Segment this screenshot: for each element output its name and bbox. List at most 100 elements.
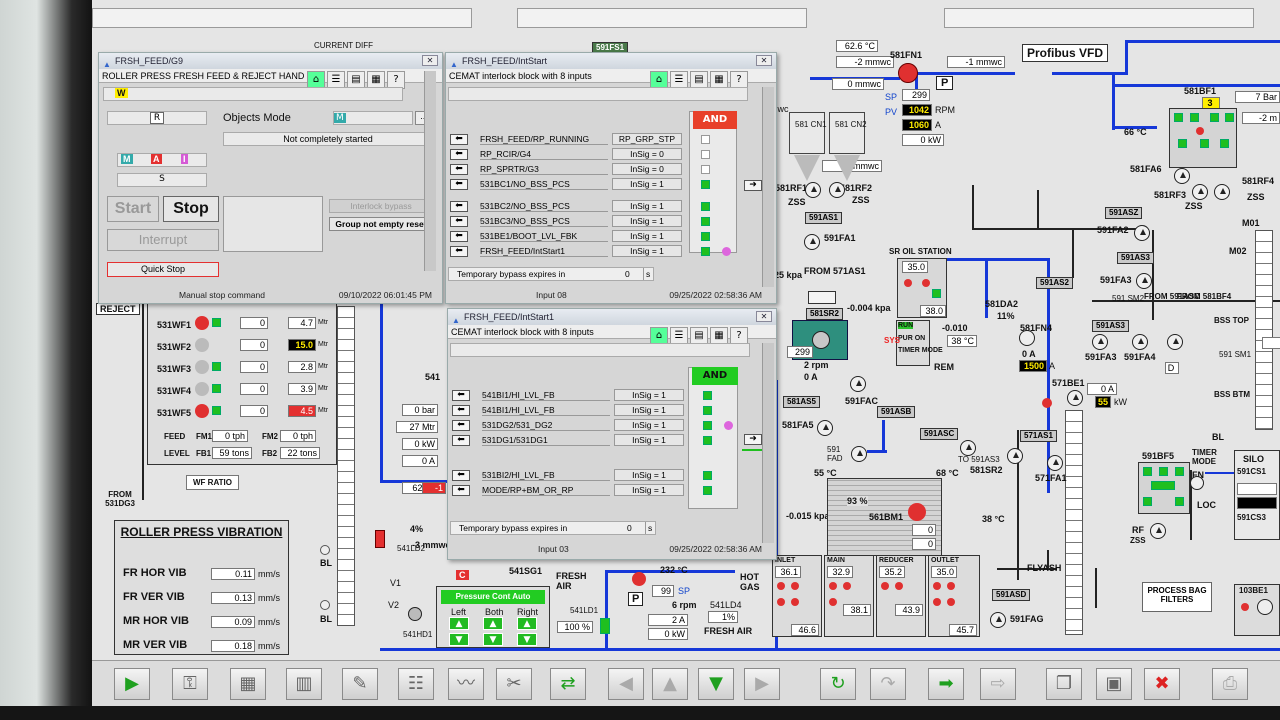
top-field-3[interactable] [944, 8, 1254, 28]
win2-close-button[interactable]: ✕ [756, 55, 772, 66]
left-up-button[interactable]: ▲ [449, 617, 469, 630]
win2-row-arrow[interactable]: ⬅ [450, 246, 468, 257]
start-button[interactable]: Start [107, 196, 159, 222]
fac-motor-icon[interactable] [850, 376, 866, 392]
asc-tag[interactable]: 591ASC [920, 428, 959, 440]
as2-tag[interactable]: 591AS2 [1036, 277, 1073, 289]
win1-scrollbar[interactable] [424, 71, 436, 271]
win3-row-arrow[interactable]: ⬅ [452, 485, 470, 496]
win2-row-arrow[interactable]: ⬅ [450, 231, 468, 242]
win3-row-arrow[interactable]: ⬅ [452, 470, 470, 481]
hotgas-sp-value[interactable]: 99 [652, 585, 674, 597]
both-down-button[interactable]: ▼ [483, 633, 503, 646]
win3-output-arrow[interactable]: ➜ [744, 434, 762, 445]
as1-tag[interactable]: 591AS1 [805, 212, 842, 224]
interrupt-button[interactable]: Interrupt [107, 229, 219, 251]
group-not-empty-reset-button[interactable]: Group not empty reset [329, 217, 433, 231]
as3-tag-upper[interactable]: 591AS3 [1117, 252, 1154, 264]
fa5-motor-icon[interactable] [817, 420, 833, 436]
bag-filter-581bf1[interactable] [1169, 108, 1237, 168]
fa3-motor-icon[interactable] [1136, 273, 1152, 289]
save-icon[interactable]: ▣ [1096, 668, 1132, 700]
bucket-elevator-571be1[interactable] [1065, 410, 1083, 635]
top-field-1[interactable] [92, 8, 472, 28]
win3-row-arrow[interactable]: ⬅ [452, 435, 470, 446]
sr2b-motor-icon[interactable] [1007, 448, 1023, 464]
hotgas-fan-icon[interactable] [632, 572, 646, 586]
silo-fan-icon[interactable] [1190, 476, 1204, 490]
fa6-motor-icon[interactable] [1174, 168, 1190, 184]
interlock-bypass-button[interactable]: Interlock bypass [329, 199, 433, 213]
be-as1-tag[interactable]: 571AS1 [1020, 430, 1057, 442]
arrow-left-icon[interactable]: ◀ [608, 668, 644, 700]
fa1b-motor-icon[interactable] [1047, 455, 1063, 471]
wf1-motor-icon[interactable] [195, 316, 209, 330]
fa1-motor-icon[interactable] [804, 234, 820, 250]
right-up-button[interactable]: ▲ [517, 617, 537, 630]
outlet-panel[interactable]: OUTLET 35.0 45.7 [928, 555, 980, 637]
fn4-fan-icon[interactable] [1019, 330, 1035, 346]
next-icon[interactable]: ⇨ [980, 668, 1016, 700]
process-bag-filters-button[interactable]: PROCESS BAG FILTERS [1142, 582, 1212, 612]
copy-icon[interactable]: ❐ [1046, 668, 1082, 700]
reject-label[interactable]: REJECT [96, 303, 140, 315]
asb-tag[interactable]: 591ASB [877, 406, 916, 418]
both-up-button[interactable]: ▲ [483, 617, 503, 630]
wf3-motor-icon[interactable] [195, 360, 209, 374]
hd1-motor-icon[interactable] [408, 607, 422, 621]
wrench-icon[interactable]: ✎ [342, 668, 378, 700]
fag-motor-icon[interactable] [990, 612, 1006, 628]
win2-scrollbar[interactable] [762, 87, 774, 287]
bucket-elevator-right[interactable] [1255, 230, 1273, 430]
pressure-control-panel[interactable]: Pressure Cont Auto Left Both Right ▲ ▼ ▲… [436, 586, 550, 648]
win2-row-arrow[interactable]: ⬅ [450, 179, 468, 190]
forward-icon[interactable]: ➡ [928, 668, 964, 700]
rf4-motor-icon[interactable] [1214, 184, 1230, 200]
hotgas-p-label[interactable]: P [628, 592, 644, 606]
win3-scrollbar[interactable] [762, 343, 774, 543]
rf2-motor-icon[interactable] [829, 182, 845, 198]
pressure-cont-auto-button[interactable]: Pressure Cont Auto [441, 590, 545, 604]
as3-tag[interactable]: 591AS3 [1092, 320, 1129, 332]
silo-panel[interactable]: SILO 591CS1 591CS3 [1234, 450, 1280, 540]
win1-r-field[interactable]: R [107, 111, 207, 125]
wf-ratio-button[interactable]: WF RATIO [186, 475, 239, 490]
bag-filter-591bf5[interactable] [1138, 462, 1190, 514]
wf4-motor-icon[interactable] [195, 382, 209, 396]
asd-tag[interactable]: 591ASD [992, 589, 1031, 601]
arrow-up-icon[interactable]: ▲ [652, 668, 688, 700]
main-panel[interactable]: MAIN 32.9 38.1 [824, 555, 874, 637]
run-panel[interactable]: RUN PUR ON TIMER MODE [896, 320, 943, 366]
c-label[interactable]: C [456, 570, 469, 580]
arrow-right-icon[interactable]: ▶ [744, 668, 780, 700]
red-damper-icon[interactable] [375, 530, 385, 548]
win2-row-arrow[interactable]: ⬅ [450, 149, 468, 160]
win2-output-arrow[interactable]: ➜ [744, 180, 762, 191]
stop-button[interactable]: Stop [163, 196, 219, 222]
win2-row-arrow[interactable]: ⬅ [450, 134, 468, 145]
rf3-motor-icon[interactable] [1192, 184, 1208, 200]
print-icon[interactable]: ⎙ [1212, 668, 1248, 700]
silo-rf-motor-icon[interactable] [1150, 523, 1166, 539]
folder-icon[interactable]: ▦ [230, 668, 266, 700]
sp-value[interactable]: 299 [902, 89, 930, 101]
wf2-motor-icon[interactable] [195, 338, 209, 352]
objects-mode-field[interactable]: M [333, 111, 413, 125]
as5-tag[interactable]: 581AS5 [783, 396, 820, 408]
quick-stop-button[interactable]: Quick Stop [107, 262, 219, 277]
feeder-icon[interactable] [808, 291, 836, 304]
fa2-motor-icon[interactable] [1134, 225, 1150, 241]
win2-row-arrow[interactable]: ⬅ [450, 201, 468, 212]
to-as3-motor-icon[interactable] [960, 440, 976, 456]
arrow-down-green-icon[interactable]: ▼ [698, 668, 734, 700]
trend-icon[interactable]: 〰 [448, 668, 484, 700]
delete-icon[interactable]: ✖ [1144, 668, 1180, 700]
bucket-elevator-left[interactable] [337, 306, 355, 626]
win2-row-arrow[interactable]: ⬅ [450, 216, 468, 227]
right-down-button[interactable]: ▼ [517, 633, 537, 646]
win3-row-arrow[interactable]: ⬅ [452, 405, 470, 416]
inlet-panel[interactable]: INLET 36.1 46.6 [772, 555, 822, 637]
swap-icon[interactable]: ⇄ [550, 668, 586, 700]
report-icon[interactable]: ☷ [398, 668, 434, 700]
win1-s-field[interactable]: S [117, 173, 207, 187]
